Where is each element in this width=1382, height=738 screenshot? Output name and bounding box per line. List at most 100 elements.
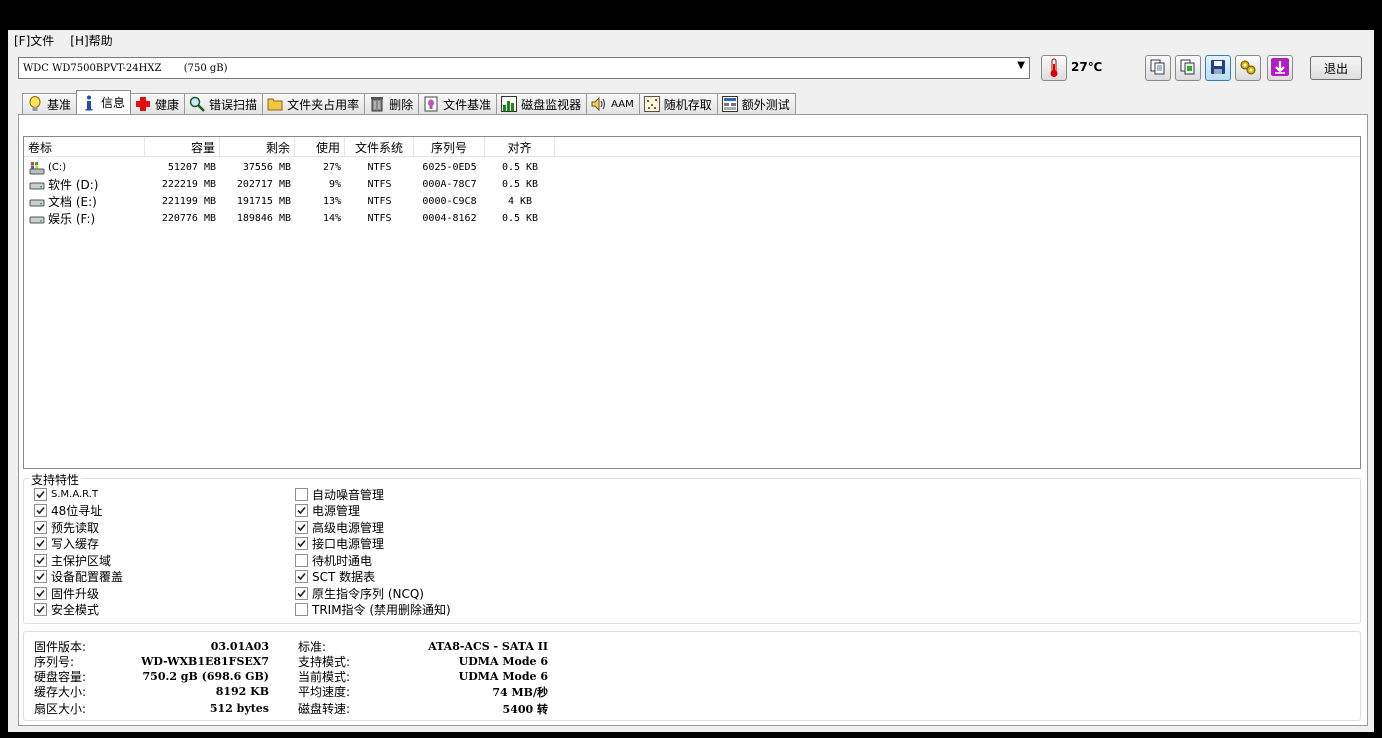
copy-all-button[interactable] — [1175, 55, 1201, 81]
checkbox[interactable] — [295, 520, 308, 534]
table-row[interactable]: 软件 (D:) 222219 MB 202717 MB 9% NTFS 000A… — [24, 176, 1360, 193]
checkbox[interactable] — [295, 504, 308, 517]
feature-firmware-upgrade[interactable]: 固件升级 — [34, 585, 99, 601]
cell-label: 文档 (E:) — [24, 193, 145, 210]
info-firmware: 固件版本: 03.01A03 — [34, 639, 269, 654]
col-header-used[interactable]: 使用 — [295, 137, 345, 157]
checkbox[interactable] — [295, 603, 308, 616]
feature-ncq[interactable]: 原生指令序列 (NCQ) — [295, 585, 424, 601]
checkbox[interactable] — [34, 487, 47, 501]
cell-align: 0.5 KB — [501, 179, 539, 190]
info-capacity: 硬盘容量: 750.2 gB (698.6 GB) — [34, 669, 269, 684]
checkbox[interactable] — [295, 553, 308, 567]
tab-file-benchmark[interactable]: 文件基准 — [418, 93, 498, 114]
features-group: 支持特性 S.M.A.R.T 48位寻址 预先读取 写入缓存 主保护区域 设备配… — [23, 471, 1361, 624]
tab-label: AAM — [611, 98, 634, 110]
checkbox[interactable] — [295, 487, 308, 501]
tab-aam[interactable]: AAM — [586, 93, 640, 114]
folder-icon — [267, 96, 283, 112]
cell-free: 191715 MB — [236, 196, 291, 207]
info-value: ATA8-ACS - SATA II — [428, 640, 548, 653]
tab-benchmark[interactable]: 基准 — [22, 93, 78, 114]
feature-48bit[interactable]: 48位寻址 — [34, 503, 102, 519]
feature-label: 自动噪音管理 — [312, 487, 385, 502]
download-button[interactable] — [1267, 55, 1293, 81]
save-button[interactable] — [1205, 55, 1231, 81]
tab-erase[interactable]: 删除 — [364, 93, 420, 114]
feature-label: 48位寻址 — [51, 504, 103, 518]
info-value: UDMA Mode 6 — [458, 670, 548, 683]
tab-disk-monitor[interactable]: 磁盘监视器 — [496, 93, 588, 114]
checkbox[interactable] — [34, 586, 47, 600]
table-row[interactable]: 文档 (E:) 221199 MB 191715 MB 13% NTFS 000… — [24, 193, 1360, 210]
tab-error-scan[interactable]: 错误扫描 — [184, 93, 264, 114]
cell-label: (C:) — [24, 161, 145, 175]
cell-capacity: 51207 MB — [167, 162, 216, 173]
feature-dco[interactable]: 设备配置覆盖 — [34, 569, 123, 585]
feature-security-mode[interactable]: 安全模式 — [34, 602, 99, 618]
info-value: 5400 转 — [502, 702, 548, 716]
feature-power-management[interactable]: 电源管理 — [295, 503, 360, 519]
tab-folder-usage[interactable]: 文件夹占用率 — [262, 93, 366, 114]
col-header-capacity[interactable]: 容量 — [145, 137, 220, 157]
info-tab-page: 卷标 容量 剩余 使用 文件系统 序列号 对齐 (C:) 51207 MB 37… — [18, 114, 1368, 726]
options-button[interactable] — [1235, 55, 1261, 81]
feature-read-ahead[interactable]: 预先读取 — [34, 519, 99, 535]
tab-info[interactable]: 信息 — [76, 90, 132, 114]
checkbox[interactable] — [34, 553, 47, 567]
feature-label: 待机时通电 — [312, 553, 373, 568]
checkbox[interactable] — [34, 570, 47, 583]
save-icon — [1210, 59, 1226, 78]
tab-extra-tests[interactable]: 额外测试 — [716, 93, 796, 114]
checkbox[interactable] — [34, 537, 47, 550]
volume-label: (C:) — [48, 162, 67, 173]
checkbox[interactable] — [34, 504, 47, 517]
checkbox[interactable] — [34, 603, 47, 616]
feature-interface-pm[interactable]: 接口电源管理 — [295, 536, 384, 552]
feature-aam[interactable]: 自动噪音管理 — [295, 486, 384, 502]
magnifier-icon — [189, 96, 205, 112]
info-cache: 缓存大小: 8192 KB — [34, 684, 269, 699]
col-header-serial[interactable]: 序列号 — [414, 137, 485, 157]
checkbox[interactable] — [295, 537, 308, 550]
chart-icon — [501, 96, 518, 112]
cell-used: 9% — [328, 179, 341, 190]
drive-select[interactable]: WDC WD7500BPVT-24HXZ (750 gB) ▼ — [18, 57, 1030, 79]
tab-health[interactable]: 健康 — [130, 93, 186, 114]
col-header-label[interactable]: 卷标 — [24, 137, 145, 157]
feature-label: 预先读取 — [51, 520, 100, 535]
volume-list[interactable]: 卷标 容量 剩余 使用 文件系统 序列号 对齐 (C:) 51207 MB 37… — [23, 136, 1361, 469]
chevron-down-icon[interactable]: ▼ — [1017, 60, 1025, 71]
volume-label: 娱乐 (F:) — [48, 212, 96, 226]
copy-button[interactable] — [1145, 55, 1171, 81]
options-icon — [1239, 59, 1257, 78]
checkbox[interactable] — [295, 586, 308, 600]
table-row[interactable]: 娱乐 (F:) 220776 MB 189846 MB 14% NTFS 000… — [24, 210, 1360, 227]
col-header-fs[interactable]: 文件系统 — [345, 137, 414, 157]
menu-help[interactable]: [H]帮助 — [70, 32, 112, 49]
menu-file[interactable]: [F]文件 — [14, 32, 54, 49]
copy-icon — [1150, 59, 1166, 78]
info-serial: 序列号: WD-WXB1E81FSEX7 — [34, 654, 269, 669]
feature-sct[interactable]: SCT 数据表 — [295, 569, 375, 585]
col-header-align[interactable]: 对齐 — [485, 137, 555, 157]
cell-serial: 0000-C9C8 — [422, 196, 477, 207]
tab-random-access[interactable]: 随机存取 — [638, 93, 718, 114]
tab-label: 额外测试 — [741, 97, 790, 112]
feature-puis[interactable]: 待机时通电 — [295, 552, 372, 568]
checkbox[interactable] — [34, 520, 47, 534]
cell-capacity: 221199 MB — [161, 196, 216, 207]
exit-button[interactable]: 退出 — [1310, 56, 1362, 80]
drive-select-value: WDC WD7500BPVT-24HXZ (750 gB) — [23, 62, 228, 74]
feature-write-cache[interactable]: 写入缓存 — [34, 536, 99, 552]
feature-hpa[interactable]: 主保护区域 — [34, 552, 111, 568]
tab-label: 错误扫描 — [209, 97, 258, 112]
feature-trim[interactable]: TRIM指令 (禁用删除通知) — [295, 602, 451, 618]
col-header-free[interactable]: 剩余 — [220, 137, 295, 157]
checkbox[interactable] — [295, 570, 308, 583]
feature-smart[interactable]: S.M.A.R.T — [34, 486, 98, 502]
health-cross-icon — [135, 96, 151, 112]
table-row[interactable]: (C:) 51207 MB 37556 MB 27% NTFS 6025-0ED… — [24, 159, 1360, 176]
feature-apm[interactable]: 高级电源管理 — [295, 519, 384, 535]
cell-free: 189846 MB — [236, 213, 291, 224]
